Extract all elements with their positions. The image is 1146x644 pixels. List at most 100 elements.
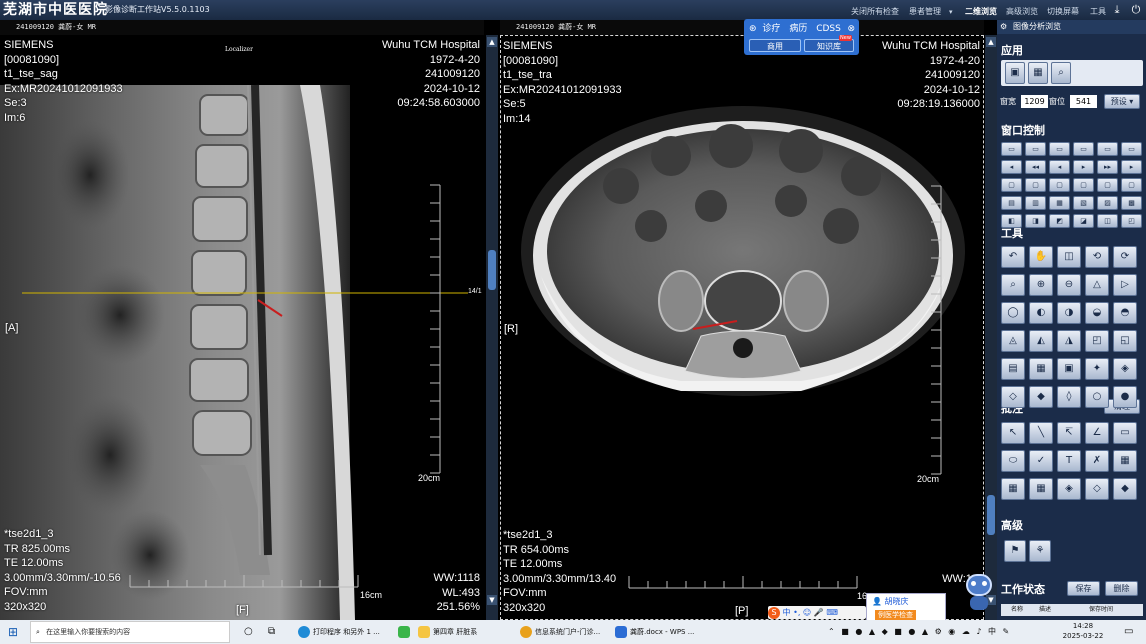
tool-23-icon[interactable]: ▣: [1057, 358, 1081, 380]
viewport2-scroll-thumb[interactable]: [987, 495, 995, 535]
window-width-input[interactable]: 1209: [1021, 95, 1048, 108]
tool-26-icon[interactable]: ◇: [1001, 386, 1025, 408]
viewport1-scrollbar[interactable]: ▲ ▼: [486, 35, 498, 620]
taskbar-app-wps[interactable]: 龚蔚.docx - WPS ...: [615, 620, 694, 644]
tool-22-icon[interactable]: ▦: [1029, 358, 1053, 380]
tool-6-icon[interactable]: ⌕: [1001, 274, 1025, 296]
annotation-1-icon[interactable]: ↖: [1001, 422, 1025, 444]
tool-7-icon[interactable]: ⊕: [1029, 274, 1053, 296]
annotation-14-icon[interactable]: ◇: [1085, 478, 1109, 500]
power-icon[interactable]: ⏻: [1129, 3, 1143, 17]
annotation-8-icon[interactable]: T: [1057, 450, 1081, 472]
tool-17-icon[interactable]: ◭: [1029, 330, 1053, 352]
windows-start-icon[interactable]: ⊞: [8, 620, 18, 644]
download-icon[interactable]: ⤓: [1110, 3, 1124, 17]
window-control-29-icon[interactable]: ◫: [1097, 214, 1118, 228]
viewport-sagittal[interactable]: SIEMENS [00081090] t1_tse_sag Ex:MR2024101…: [0, 35, 484, 620]
window-control-15-icon[interactable]: ▢: [1049, 178, 1070, 192]
tool-28-icon[interactable]: ◊: [1057, 386, 1081, 408]
scroll-up-icon[interactable]: ▲: [487, 37, 497, 47]
window-control-28-icon[interactable]: ◪: [1073, 214, 1094, 228]
keyboard-icon[interactable]: ⌨: [826, 608, 838, 617]
tool-10-icon[interactable]: ▷: [1113, 274, 1137, 296]
window-control-25-icon[interactable]: ◧: [1001, 214, 1022, 228]
taskbar-app-chrome[interactable]: 信息系统门户-门诊...: [520, 620, 600, 644]
annotation-15-icon[interactable]: ◆: [1113, 478, 1137, 500]
window-control-30-icon[interactable]: ◰: [1121, 214, 1142, 228]
system-tray-icons[interactable]: ⌃ ■ ● ▲ ◆ ■ ● ▲ ⚙ ◉ ☁ ♪ 中 ✎: [828, 620, 1038, 644]
tool-16-icon[interactable]: ◬: [1001, 330, 1025, 352]
tool-9-icon[interactable]: △: [1085, 274, 1109, 296]
window-control-24-icon[interactable]: ▩: [1121, 196, 1142, 210]
tool-18-icon[interactable]: ◮: [1057, 330, 1081, 352]
grid-app-icon[interactable]: ▦: [1028, 62, 1048, 84]
window-control-2-icon[interactable]: ▭: [1025, 142, 1046, 156]
browse-advanced-tab[interactable]: 高级浏览: [1006, 0, 1038, 20]
notification-icon[interactable]: ▭: [1124, 620, 1133, 644]
ime-punct-icon[interactable]: •,: [793, 608, 800, 617]
tool-21-icon[interactable]: ▤: [1001, 358, 1025, 380]
taskbar-app-wechat[interactable]: [398, 620, 413, 644]
window-control-20-icon[interactable]: ▥: [1025, 196, 1046, 210]
dropdown-arrow-icon[interactable]: ▾: [949, 0, 953, 20]
tool-13-icon[interactable]: ◑: [1057, 302, 1081, 324]
cdss-link[interactable]: CDSS: [816, 24, 841, 34]
sogou-icon[interactable]: S: [768, 607, 780, 619]
annotation-3-icon[interactable]: ↸: [1057, 422, 1081, 444]
task-view-icon[interactable]: ⧉: [268, 620, 275, 644]
annotation-2-icon[interactable]: ╲: [1029, 422, 1053, 444]
user-popup[interactable]: 👤 胡晓庆 例医学检查: [866, 593, 946, 621]
ime-toolbar[interactable]: S 中 •, ☺ 🎤 ⌨: [768, 606, 866, 619]
window-control-14-icon[interactable]: ▢: [1025, 178, 1046, 192]
tool-2-icon[interactable]: ✋: [1029, 246, 1053, 268]
taskbar-search-box[interactable]: ⌕ 在这里输入你要搜索的内容: [30, 621, 230, 643]
advanced-tool-1-icon[interactable]: ⚑: [1004, 540, 1026, 562]
window-control-27-icon[interactable]: ◩: [1049, 214, 1070, 228]
annotation-5-icon[interactable]: ▭: [1113, 422, 1137, 444]
tool-19-icon[interactable]: ◰: [1085, 330, 1109, 352]
window-control-13-icon[interactable]: ▢: [1001, 178, 1022, 192]
annotation-13-icon[interactable]: ◈: [1057, 478, 1081, 500]
diagnose-link[interactable]: 诊疗: [762, 24, 780, 34]
viewport-axial[interactable]: SIEMENS [00081090] t1_tse_tra Ex:MR2024101…: [500, 35, 984, 620]
common-button[interactable]: 商用: [749, 39, 801, 52]
window-control-19-icon[interactable]: ▤: [1001, 196, 1022, 210]
tool-11-icon[interactable]: ◯: [1001, 302, 1025, 324]
save-button[interactable]: 保存: [1067, 581, 1100, 596]
gear-icon[interactable]: ⚙: [1000, 20, 1007, 34]
tool-5-icon[interactable]: ⟳: [1113, 246, 1137, 268]
zoom-app-icon[interactable]: ⌕: [1051, 62, 1071, 84]
window-control-3-icon[interactable]: ▭: [1049, 142, 1070, 156]
window-control-11-icon[interactable]: ▸▸: [1097, 160, 1118, 174]
emoji-icon[interactable]: ☺: [803, 608, 811, 617]
annotation-7-icon[interactable]: ✓: [1029, 450, 1053, 472]
window-control-10-icon[interactable]: ▸: [1073, 160, 1094, 174]
tool-3-icon[interactable]: ◫: [1057, 246, 1081, 268]
window-control-21-icon[interactable]: ▦: [1049, 196, 1070, 210]
tool-8-icon[interactable]: ⊖: [1057, 274, 1081, 296]
tool-20-icon[interactable]: ◱: [1113, 330, 1137, 352]
robot-assistant-icon[interactable]: [962, 572, 996, 612]
viewport2-scrollbar[interactable]: ▲ ▼: [985, 35, 997, 620]
tools-menu[interactable]: 工具: [1090, 0, 1106, 20]
window-control-5-icon[interactable]: ▭: [1097, 142, 1118, 156]
annotation-4-icon[interactable]: ∠: [1085, 422, 1109, 444]
taskbar-app-folder[interactable]: 第四章 肝脏系: [418, 620, 477, 644]
taskbar-app-edge[interactable]: 打印程序 和另外 1 ...: [298, 620, 380, 644]
window-control-22-icon[interactable]: ▧: [1073, 196, 1094, 210]
close-all-exams-menu[interactable]: 关闭所有检查: [851, 0, 899, 20]
window-control-4-icon[interactable]: ▭: [1073, 142, 1094, 156]
browse-2d-tab[interactable]: 二维浏览: [965, 0, 997, 20]
tool-29-icon[interactable]: ○: [1085, 386, 1109, 408]
window-control-17-icon[interactable]: ▢: [1097, 178, 1118, 192]
annotation-6-icon[interactable]: ⬭: [1001, 450, 1025, 472]
record-link[interactable]: 病历: [789, 24, 807, 34]
tool-14-icon[interactable]: ◒: [1085, 302, 1109, 324]
viewport1-scroll-thumb[interactable]: [488, 250, 496, 290]
tool-30-icon[interactable]: ●: [1113, 386, 1137, 408]
switch-screen-menu[interactable]: 切换屏幕: [1047, 0, 1079, 20]
tool-25-icon[interactable]: ◈: [1113, 358, 1137, 380]
mic-icon[interactable]: 🎤: [814, 608, 824, 617]
window-control-18-icon[interactable]: ▢: [1121, 178, 1142, 192]
window-control-12-icon[interactable]: ▸: [1121, 160, 1142, 174]
